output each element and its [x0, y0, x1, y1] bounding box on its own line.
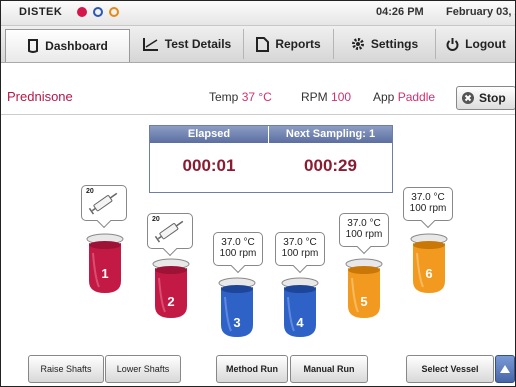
power-icon	[446, 38, 459, 51]
stop-icon	[462, 92, 474, 104]
tab-label: Test Details	[164, 37, 232, 51]
clock-time: 04:26 PM	[376, 6, 424, 18]
vessel-rpm: 100 rpm	[219, 248, 257, 259]
vessel-beaker-icon	[345, 258, 383, 318]
vessel-2[interactable]: 2	[151, 258, 191, 325]
vessel-rpm: 100 rpm	[409, 203, 447, 214]
vessel-6[interactable]: 6	[409, 233, 449, 300]
elapsed-label: Elapsed	[150, 126, 269, 143]
app-value: Paddle	[397, 90, 436, 104]
gear-icon	[351, 38, 364, 50]
indicator-red-icon	[77, 7, 87, 17]
sampling-bubble-2[interactable]: 20	[147, 213, 193, 257]
elapsed-value: 000:01	[182, 156, 236, 175]
lower-shafts-button[interactable]: Lower Shafts	[105, 355, 181, 383]
vessel-3[interactable]: 3	[217, 277, 257, 344]
vessel-1[interactable]: 1	[85, 233, 125, 300]
run-info-bar: Prednisone Temp 37 °C RPM 100 App Paddle…	[1, 82, 515, 115]
readout-bubble-3[interactable]: 37.0 °C 100 rpm	[213, 232, 263, 274]
raise-shafts-button[interactable]: Raise Shafts	[28, 355, 104, 383]
tab-settings[interactable]: Settings	[334, 29, 436, 59]
drug-name: Prednisone	[7, 89, 73, 104]
cylinder-icon	[28, 39, 39, 53]
volume-label: 20	[152, 216, 160, 223]
next-sampling-label: Next Sampling: 1	[269, 126, 392, 143]
app-info: App Paddle	[373, 90, 436, 104]
vessel-temp: 37.0 °C	[283, 237, 317, 248]
vessel-number: 2	[167, 294, 175, 309]
rpm-value: 100	[331, 90, 352, 104]
readout-bubble-6[interactable]: 37.0 °C 100 rpm	[403, 187, 453, 229]
select-vessel-button[interactable]: Select Vessel	[406, 355, 494, 383]
vessel-beaker-icon	[152, 258, 190, 318]
app-window: DISTEK 04:26 PM February 03, 2011 Dashbo…	[0, 0, 516, 387]
vessel-4[interactable]: 4	[280, 277, 320, 344]
vessel-number: 3	[233, 315, 241, 330]
tab-label: Dashboard	[45, 39, 108, 53]
status-bar: DISTEK 04:26 PM February 03, 2011	[1, 1, 515, 26]
tab-logout[interactable]: Logout	[436, 29, 515, 59]
temp-value: 37 °C	[241, 90, 272, 104]
tab-dashboard[interactable]: Dashboard	[5, 29, 130, 62]
chart-icon	[142, 38, 158, 51]
clock-date: February 03, 2011	[446, 6, 515, 18]
sampling-bubble-1[interactable]: 20	[81, 185, 127, 229]
main-tabs: Dashboard Test Details Reports Settings …	[1, 26, 515, 63]
vessel-temp: 37.0 °C	[347, 218, 381, 229]
indicator-orange-icon	[109, 7, 119, 17]
tab-test-details[interactable]: Test Details	[131, 29, 244, 59]
rpm-info: RPM 100	[301, 90, 352, 104]
readout-bubble-4[interactable]: 37.0 °C 100 rpm	[275, 232, 325, 274]
vessel-rpm: 100 rpm	[345, 229, 383, 240]
manual-run-button[interactable]: Manual Run	[290, 355, 368, 383]
indicator-blue-icon	[93, 7, 103, 17]
vessel-temp: 37.0 °C	[411, 192, 445, 203]
volume-label: 20	[86, 188, 94, 195]
vessel-rpm: 100 rpm	[281, 248, 319, 259]
brand-logo: DISTEK	[19, 6, 63, 18]
vessel-number: 1	[101, 266, 109, 281]
readout-bubble-5[interactable]: 37.0 °C 100 rpm	[339, 213, 389, 255]
vessel-temp: 37.0 °C	[221, 237, 255, 248]
stop-button[interactable]: Stop	[456, 86, 515, 110]
method-run-button[interactable]: Method Run	[216, 355, 288, 383]
scroll-up-button[interactable]	[495, 355, 515, 383]
next-sampling-value: 000:29	[304, 156, 357, 175]
tab-reports[interactable]: Reports	[244, 29, 334, 59]
tab-label: Reports	[275, 37, 321, 51]
timer-panel: Elapsed Next Sampling: 1 000:01 000:29	[149, 125, 393, 193]
tab-label: Settings	[370, 37, 419, 51]
vessel-beaker-icon	[410, 233, 448, 293]
vessel-number: 4	[296, 315, 304, 330]
vessel-beaker-icon	[86, 233, 124, 293]
temp-info: Temp 37 °C	[209, 90, 272, 104]
tab-label: Logout	[465, 37, 506, 51]
vessel-5[interactable]: 5	[344, 258, 384, 325]
document-icon	[256, 36, 270, 52]
triangle-up-icon	[500, 365, 510, 373]
vessel-number: 5	[360, 294, 368, 309]
vessel-number: 6	[425, 266, 433, 281]
